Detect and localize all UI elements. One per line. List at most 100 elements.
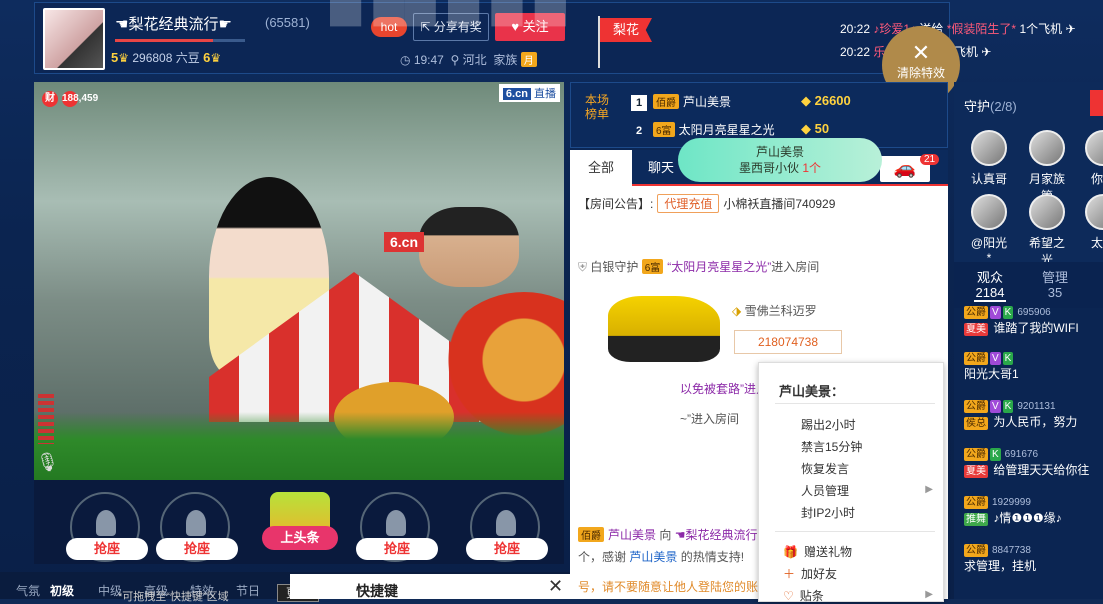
user-level-badge: 佰爵 [578,527,604,542]
audience-count: 2184 [975,285,1005,300]
video-player[interactable]: 6.cn 财 188,459 6.cn 直播 🎙 [34,82,564,480]
car-name-label: 雪佛兰科迈罗 [744,304,817,318]
seat-1[interactable]: 抢座 [66,492,148,562]
close-icon[interactable]: ✕ [548,576,563,597]
menu-sticker[interactable]: ♡ 贴条 [783,587,824,604]
audience-item[interactable]: 公爵 V K 9201131 侯总 为人民币，努力 [964,398,1103,430]
host-avatar[interactable] [43,8,105,70]
gift-tab[interactable]: 气氛 [16,582,40,599]
grab-seat-button[interactable]: 抢座 [156,538,238,560]
rank-coins-value: 26600 [814,93,851,108]
level-badge: 公爵 [964,352,988,365]
guard-title: 守护(2/8) [964,96,1017,115]
family-label[interactable]: 家族 [493,53,517,67]
chevrolet-icon: ⬗ [732,304,745,318]
stage-logo: 6.cn [384,232,425,252]
chat-text: 个，感谢 [578,550,627,564]
person-icon [96,510,116,536]
ranking-row[interactable]: 1 佰爵 芦山美景 ◆ 26600 [631,93,931,115]
rank-name: 太阳月亮星星之光 [678,123,775,137]
menu-unmute[interactable]: 恢复发言 [801,460,849,477]
menu-ban-ip[interactable]: 封IP2小时 [801,504,855,521]
gift-tab[interactable]: 初级 [50,582,74,599]
seat-4[interactable]: 抢座 [466,492,548,562]
tab-admin[interactable]: 管理 35 [1040,270,1070,300]
grab-seat-button[interactable]: 抢座 [466,538,548,560]
audience-item[interactable]: 公爵 V K 阳光大哥1 [964,350,1103,382]
menu-member-manage[interactable]: 人员管理 [801,482,849,499]
audience-list: 公爵 V K 695906 夏美 谁踏了我的WIFI 公爵 V K 阳光大哥1 公爵 V K 9… [954,306,1103,599]
user-name: ♪情❶❶❶缘♪ [993,511,1062,525]
audience-item[interactable]: 公爵 1929999 推舞 ♪情❶❶❶缘♪ [964,494,1103,526]
grab-seat-button[interactable]: 抢座 [356,538,438,560]
car-image [608,296,720,362]
chat-text: 的热情支持! [680,550,745,564]
vip-badge: V [990,352,1001,365]
tab-chat[interactable]: 聊天 [648,150,674,186]
guard-member[interactable]: 月家族管 [1028,130,1066,204]
gift-toast-name: 芦山美景 [755,145,804,159]
heart-icon: ♡ [783,589,794,603]
crown-icon: ♛ [210,51,222,65]
region: 河北 [462,53,487,67]
user-name: 为人民币，努力 [993,415,1078,429]
car-name: ⬗ 雪佛兰科迈罗 [732,302,817,319]
seat-row: 抢座 抢座 上头条 抢座 抢座 [34,480,564,564]
divider [775,531,935,532]
shortcut-panel: 快捷键 ✕ [290,574,570,599]
guard-member[interactable]: @阳光* [970,194,1008,265]
level-progress-fill [115,39,213,42]
user-name: 谁踏了我的WIFI [993,321,1079,335]
guard-member[interactable]: 太阳 [1084,194,1103,251]
menu-mute[interactable]: 禁言15分钟 [801,438,862,455]
chat-text: 号，请不要随意让他人登陆您的账 [578,580,759,594]
menu-send-gift[interactable]: 🎁 赠送礼物 [783,543,852,560]
menu-add-friend-label: 加好友 [801,567,838,581]
audience-item[interactable]: 公爵 V K 695906 夏美 谁踏了我的WIFI [964,304,1103,336]
guard-name: 太阳 [1090,236,1103,250]
panel-collapse-button[interactable] [1090,90,1103,116]
guard-member[interactable]: 希望之光 [1028,194,1066,268]
seat-3[interactable]: 抢座 [356,492,438,562]
menu-member-manage-label: 人员管理 [801,484,850,498]
user-name[interactable]: 芦山美景 [629,550,677,564]
audience-item[interactable]: 公爵 8847738 求管理，挂机 [964,542,1103,574]
gift-toast: 芦山美景 墨西哥小伙 1个 [678,138,882,182]
headline-button[interactable]: 上头条 [262,526,338,550]
audience-item[interactable]: 公爵 K 691676 夏美 给管理天天给你往 [964,446,1103,478]
vip-badge: V [990,306,1001,319]
tab-audience-label: 观众 [976,270,1003,285]
feed-target[interactable]: *假装陌生了* [947,22,1016,36]
guard-avatar [971,130,1007,166]
guard-count: (2/8) [990,99,1017,114]
menu-kick[interactable]: 踢出2小时 [801,416,856,433]
rank-number: 1 [631,95,647,111]
user-name[interactable]: “太阳月亮星星之光” [667,260,771,274]
guard-member[interactable]: 认真哥 [970,130,1008,187]
level-badge: 公爵 [964,496,988,509]
guard-member[interactable]: 你我 [1084,130,1103,187]
microphone-icon[interactable]: 🎙 [36,452,60,478]
k-badge: K [1002,352,1014,365]
rank-level-badge: 佰爵 [653,94,679,109]
grab-seat-button[interactable]: 抢座 [66,538,148,560]
feed-time: 20:22 [840,22,871,36]
gift-tab[interactable]: 节日 [236,582,260,599]
room-id: (65581) [265,15,310,30]
room-name: ☚梨花经典流行☛ [115,16,232,33]
tab-all[interactable]: 全部 [570,150,632,186]
banner-effect: █ ██ █ █ █ [330,0,566,24]
rank-level-badge: 6富 [653,122,675,137]
user-name[interactable]: ☚梨花经典流行 [675,528,758,542]
feed-gift: 1个飞机 [1019,22,1063,36]
user-name[interactable]: 芦山美景 [608,528,656,542]
chat-message: 佰爵 芦山美景 向 ☚梨花经典流行 [578,526,757,543]
car-count-badge: 21 [920,154,940,165]
seat-2[interactable]: 抢座 [156,492,238,562]
feed-time: 20:22 [840,45,871,59]
guard-name: @阳光* [970,236,1008,265]
level-badge: 公爵 [964,306,988,319]
menu-add-friend[interactable]: ＋ 加好友 [783,565,837,582]
tab-audience[interactable]: 观众 2184 [974,270,1006,302]
announcement-tag[interactable]: 代理充值 [657,194,720,213]
